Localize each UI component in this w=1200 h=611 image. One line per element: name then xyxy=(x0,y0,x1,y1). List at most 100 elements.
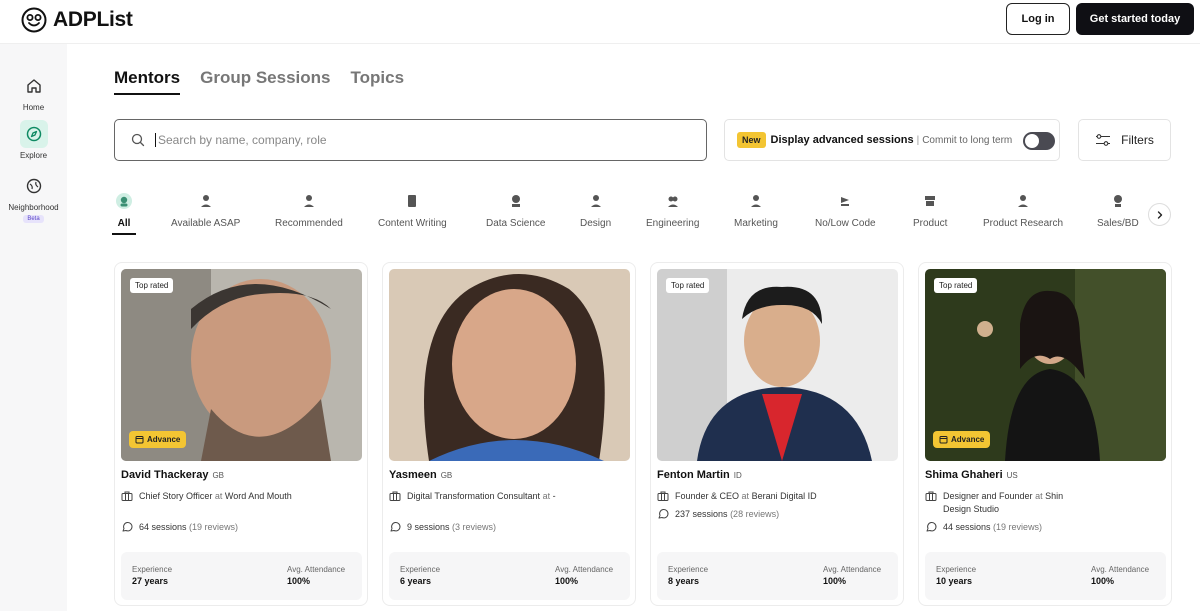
stat-value: 100% xyxy=(287,576,311,586)
mentor-card[interactable]: Top rated Advance David Thackeray GB Chi… xyxy=(114,262,368,606)
mentor-country: US xyxy=(1006,471,1018,480)
all-category-icon xyxy=(113,190,135,212)
attendance-stat: Avg. Attendance 100% xyxy=(823,565,881,586)
category-content-writing[interactable]: Content Writing xyxy=(378,190,447,229)
role-title: Founder & CEO xyxy=(675,491,740,501)
tab-topics[interactable]: Topics xyxy=(351,68,405,95)
mentor-role: Digital Transformation Consultant at - xyxy=(407,490,587,503)
stat-value: 100% xyxy=(823,576,847,586)
mentor-role: Founder & CEO at Berani Digital ID xyxy=(675,490,875,503)
category-design[interactable]: Design xyxy=(580,190,611,229)
mentor-stats: Experience 6 years Avg. Attendance 100% xyxy=(389,552,630,600)
mentor-sessions-row: 237 sessions (28 reviews) xyxy=(657,508,779,520)
figure-icon xyxy=(1012,190,1034,212)
sidebar-item-explore[interactable]: Explore xyxy=(0,120,67,160)
tab-group-sessions[interactable]: Group Sessions xyxy=(200,68,330,95)
reviews-count: (3 reviews) xyxy=(452,522,497,532)
get-started-button[interactable]: Get started today xyxy=(1076,3,1194,35)
category-product[interactable]: Product xyxy=(913,190,947,229)
mentor-name-row: David Thackeray GB xyxy=(121,469,224,481)
sidebar-item-neighborhood[interactable]: Neighborhood Beta xyxy=(0,172,67,223)
mentor-card[interactable]: Top rated Advance Shima Ghaheri US Desig… xyxy=(918,262,1172,606)
briefcase-icon xyxy=(389,491,401,501)
figure-icon xyxy=(401,190,423,212)
figure-icon xyxy=(195,190,217,212)
stat-value: 27 years xyxy=(132,576,169,586)
logo[interactable]: ADPList xyxy=(21,7,133,33)
experience-stat: Experience 8 years xyxy=(668,565,708,586)
chat-icon xyxy=(390,522,401,532)
search-input[interactable] xyxy=(155,133,675,147)
category-sales-bd[interactable]: Sales/BD xyxy=(1097,190,1139,229)
advanced-separator: | xyxy=(916,134,920,146)
figure-icon xyxy=(298,190,320,212)
sessions-count: 9 sessions xyxy=(407,522,450,532)
tab-mentors[interactable]: Mentors xyxy=(114,68,181,95)
stat-value: 8 years xyxy=(668,576,700,586)
stat-value: 6 years xyxy=(400,576,432,586)
category-engineering[interactable]: Engineering xyxy=(646,190,699,229)
sidebar-item-label: Home xyxy=(22,103,45,112)
advanced-sessions-toggle[interactable] xyxy=(1023,132,1055,150)
stat-label: Avg. Attendance xyxy=(555,565,614,574)
mentor-country: ID xyxy=(733,471,742,480)
mentor-photo: Top rated Advance xyxy=(925,269,1166,461)
mentor-card[interactable]: Yasmeen GB Digital Transformation Consul… xyxy=(382,262,636,606)
category-data-science[interactable]: Data Science xyxy=(486,190,545,229)
reviews-count: (19 reviews) xyxy=(189,522,239,532)
compass-icon xyxy=(19,120,48,148)
filters-button[interactable]: Filters xyxy=(1078,119,1171,161)
category-no-low-code[interactable]: No/Low Code xyxy=(815,190,876,229)
briefcase-icon xyxy=(925,491,937,501)
stat-label: Avg. Attendance xyxy=(823,565,882,574)
category-marketing[interactable]: Marketing xyxy=(734,190,778,229)
mentor-sessions: 237 sessions (28 reviews) xyxy=(675,509,779,519)
mentor-name-row: Yasmeen GB xyxy=(389,469,452,481)
mentor-sessions-row: 9 sessions (3 reviews) xyxy=(389,521,496,533)
chat-icon xyxy=(926,522,937,532)
figure-icon xyxy=(585,190,607,212)
login-button[interactable]: Log in xyxy=(1006,3,1070,35)
stat-label: Experience xyxy=(132,565,173,574)
sidebar-item-label: Neighborhood xyxy=(8,203,59,212)
figure-icon xyxy=(919,190,941,212)
figure-icon xyxy=(662,190,684,212)
sliders-icon xyxy=(1096,134,1111,146)
briefcase-icon xyxy=(657,491,669,501)
stat-value: 100% xyxy=(1091,576,1115,586)
category-label: Sales/BD xyxy=(1097,218,1139,229)
stat-label: Experience xyxy=(936,565,977,574)
mentor-role-row: Founder & CEO at Berani Digital ID xyxy=(657,490,897,503)
chat-icon xyxy=(122,522,133,532)
role-company: Berani Digital ID xyxy=(751,491,817,501)
stat-label: Avg. Attendance xyxy=(287,565,346,574)
role-title: Chief Story Officer xyxy=(139,491,213,501)
stat-label: Avg. Attendance xyxy=(1091,565,1150,574)
mentor-name: Fenton Martin xyxy=(657,469,730,481)
mentor-name: David Thackeray xyxy=(121,469,209,481)
category-label: Marketing xyxy=(734,218,778,229)
category-label: Design xyxy=(580,218,612,229)
mentor-sessions-row: 44 sessions (19 reviews) xyxy=(925,521,1042,533)
chevron-right-icon xyxy=(1157,210,1162,219)
category-recommended[interactable]: Recommended xyxy=(275,190,343,229)
reviews-count: (19 reviews) xyxy=(993,522,1043,532)
new-badge: New xyxy=(737,132,766,148)
mentor-stats: Experience 8 years Avg. Attendance 100% xyxy=(657,552,898,600)
mentor-country: GB xyxy=(212,471,224,480)
logo-text: ADPList xyxy=(53,8,133,31)
category-product-research[interactable]: Product Research xyxy=(983,190,1063,229)
sidebar-item-home[interactable]: Home xyxy=(0,72,67,112)
category-available-asap[interactable]: Available ASAP xyxy=(171,190,240,229)
mentor-photo: Top rated Advance xyxy=(121,269,362,461)
toggle-knob xyxy=(1025,134,1039,148)
mentor-card[interactable]: Top rated Fenton Martin ID Founder & CEO… xyxy=(650,262,904,606)
sessions-count: 237 sessions xyxy=(675,509,728,519)
smiley-logo-icon xyxy=(21,7,47,33)
role-at: at xyxy=(741,491,750,501)
category-all[interactable]: All xyxy=(112,190,136,235)
category-label: Content Writing xyxy=(378,218,447,229)
categories-next-button[interactable] xyxy=(1148,203,1171,226)
sidebar-item-label: Explore xyxy=(19,151,48,160)
mentor-name: Shima Ghaheri xyxy=(925,469,1003,481)
